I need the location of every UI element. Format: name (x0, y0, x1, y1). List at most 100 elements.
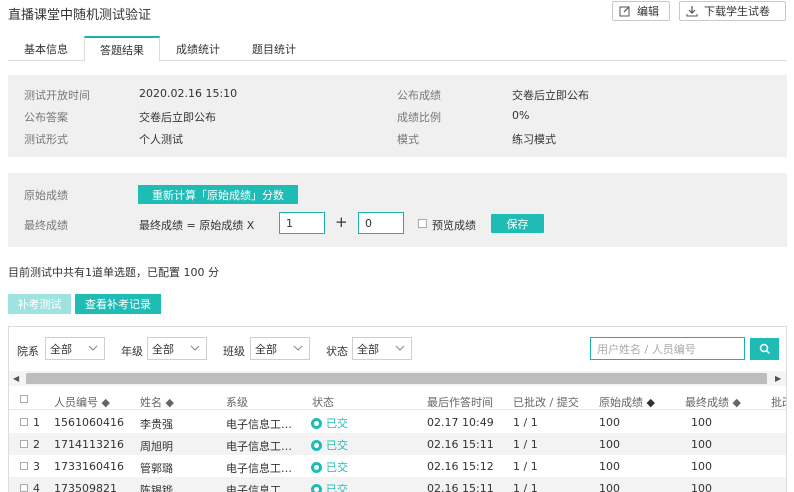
cell-time: 02.16 15:11 (427, 438, 494, 451)
test-form-value: 个人测试 (139, 133, 183, 146)
college-filter-label: 院系 (17, 345, 39, 358)
save-button[interactable]: 保存 (491, 214, 544, 233)
cell-final-score: 100 (691, 460, 712, 473)
cell-final-score: 100 (691, 438, 712, 451)
row-checkbox[interactable] (20, 440, 28, 448)
row-checkbox[interactable] (20, 418, 28, 426)
grade-select-value: 全部 (152, 342, 174, 356)
edit-label: 编辑 (637, 5, 659, 18)
status-badge: 已交 (311, 459, 348, 475)
cell-time: 02.16 15:12 (427, 460, 494, 473)
sort-desc-icon: ◆ (646, 396, 655, 409)
download-icon (686, 6, 698, 17)
tab-basic-info[interactable]: 基本信息 (8, 36, 84, 61)
scrollbar-thumb[interactable] (26, 373, 767, 384)
cell-time: 02.16 15:11 (427, 482, 494, 492)
class-select[interactable]: 全部 (250, 337, 310, 360)
download-student-paper-button[interactable]: 下载学生试卷 (679, 1, 786, 21)
tab-answer-results[interactable]: 答题结果 (84, 36, 160, 62)
scroll-right-icon[interactable]: ▶ (775, 374, 781, 383)
class-filter-label: 班级 (223, 345, 245, 358)
col-header-status: 状态 (312, 396, 334, 409)
cell-id: 173509821 (54, 482, 117, 492)
col-header-graded: 已批改 / 提交 (513, 396, 579, 409)
cell-dept: 电子信息工程系 (226, 440, 301, 453)
cell-id: 1714113216 (54, 438, 124, 451)
cell-graded: 1 / 1 (513, 416, 538, 429)
cell-name: 管郭璐 (140, 462, 173, 475)
cell-graded: 1 / 1 (513, 438, 538, 451)
col-header-last-time: 最后作答时间 (427, 396, 493, 409)
table-row[interactable]: 3 1733160416 管郭璐 电子信息工程系 已交 02.16 15:12 … (9, 455, 786, 477)
cell-raw-score: 100 (599, 438, 620, 451)
table-row[interactable]: 2 1714113216 周旭明 电子信息工程系 已交 02.16 15:11 … (9, 433, 786, 455)
select-all-checkbox[interactable] (20, 395, 28, 403)
chevron-down-icon (190, 345, 200, 351)
preview-label: 预览成绩 (432, 219, 476, 232)
col-header-final-score[interactable]: 最终成绩 ◆ (685, 394, 741, 410)
row-index: 3 (33, 460, 40, 473)
status-dot-icon (311, 461, 322, 473)
col-header-raw-score[interactable]: 原始成绩 ◆ (599, 394, 655, 410)
status-select[interactable]: 全部 (352, 337, 412, 360)
chevron-down-icon (395, 345, 405, 351)
table-row[interactable]: 4 173509821 陈锡铧 电子信息工程系 已交 02.16 15:11 1… (9, 477, 786, 492)
recalculate-button[interactable]: 重新计算「原始成绩」分数 (138, 185, 298, 204)
row-checkbox[interactable] (20, 462, 28, 470)
sort-icon: ◆ (732, 396, 741, 409)
publish-answer-label: 公布答案 (24, 111, 68, 124)
col-header-id[interactable]: 人员编号 ◆ (54, 394, 110, 410)
plus-sign: + (335, 213, 348, 231)
cell-name: 周旭明 (140, 440, 173, 453)
horizontal-scrollbar[interactable]: ◀ ▶ (9, 371, 786, 386)
raw-score-label: 原始成绩 (24, 189, 68, 202)
download-label: 下载学生试卷 (704, 5, 770, 18)
college-select[interactable]: 全部 (45, 337, 105, 360)
grade-filter-label: 年级 (121, 345, 143, 358)
mode-label: 模式 (397, 133, 419, 146)
scroll-left-icon[interactable]: ◀ (13, 374, 19, 383)
sort-icon: ◆ (165, 396, 174, 409)
publish-score-value: 交卷后立即公布 (512, 89, 589, 102)
row-checkbox[interactable] (20, 484, 28, 492)
class-select-value: 全部 (255, 342, 277, 356)
search-icon (759, 343, 770, 355)
cell-time: 02.17 10:49 (427, 416, 494, 429)
cell-graded: 1 / 1 (513, 460, 538, 473)
final-score-label: 最终成绩 (24, 219, 68, 232)
edit-icon (619, 6, 630, 17)
search-button[interactable] (750, 338, 779, 360)
mode-value: 练习模式 (512, 133, 556, 146)
tab-question-stats[interactable]: 题目统计 (236, 36, 312, 61)
preview-checkbox[interactable] (418, 219, 427, 228)
status-badge: 已交 (311, 481, 348, 492)
cell-raw-score: 100 (599, 416, 620, 429)
grade-select[interactable]: 全部 (147, 337, 207, 360)
edit-button[interactable]: 编辑 (612, 1, 670, 21)
multiplier-input[interactable]: 1 (279, 212, 325, 234)
makeup-test-button[interactable]: 补考测试 (8, 294, 71, 314)
sort-icon: ◆ (101, 396, 110, 409)
view-makeup-records-button[interactable]: 查看补考记录 (75, 294, 161, 314)
row-index: 1 (33, 416, 40, 429)
tab-score-stats[interactable]: 成绩统计 (160, 36, 236, 61)
col-header-name[interactable]: 姓名 ◆ (140, 394, 174, 410)
search-input[interactable]: 用户姓名 / 人员编号 (590, 337, 745, 360)
cell-graded: 1 / 1 (513, 482, 538, 492)
table-row[interactable]: 1 1561060416 李贵强 电子信息工程系 已交 02.17 10:49 … (9, 411, 786, 433)
score-ratio-value: 0% (512, 109, 530, 122)
score-ratio-label: 成绩比例 (397, 111, 441, 124)
status-dot-icon (311, 417, 322, 429)
status-badge: 已交 (311, 437, 348, 453)
offset-input[interactable]: 0 (358, 212, 404, 234)
chevron-down-icon (88, 345, 98, 351)
cell-final-score: 100 (691, 416, 712, 429)
status-select-value: 全部 (357, 342, 379, 356)
chevron-down-icon (293, 345, 303, 351)
cell-raw-score: 100 (599, 460, 620, 473)
status-dot-icon (311, 439, 322, 451)
open-time-label: 测试开放时间 (24, 89, 90, 102)
college-select-value: 全部 (50, 342, 72, 356)
cell-name: 陈锡铧 (140, 484, 173, 492)
cell-dept: 电子信息工程系 (226, 462, 301, 475)
